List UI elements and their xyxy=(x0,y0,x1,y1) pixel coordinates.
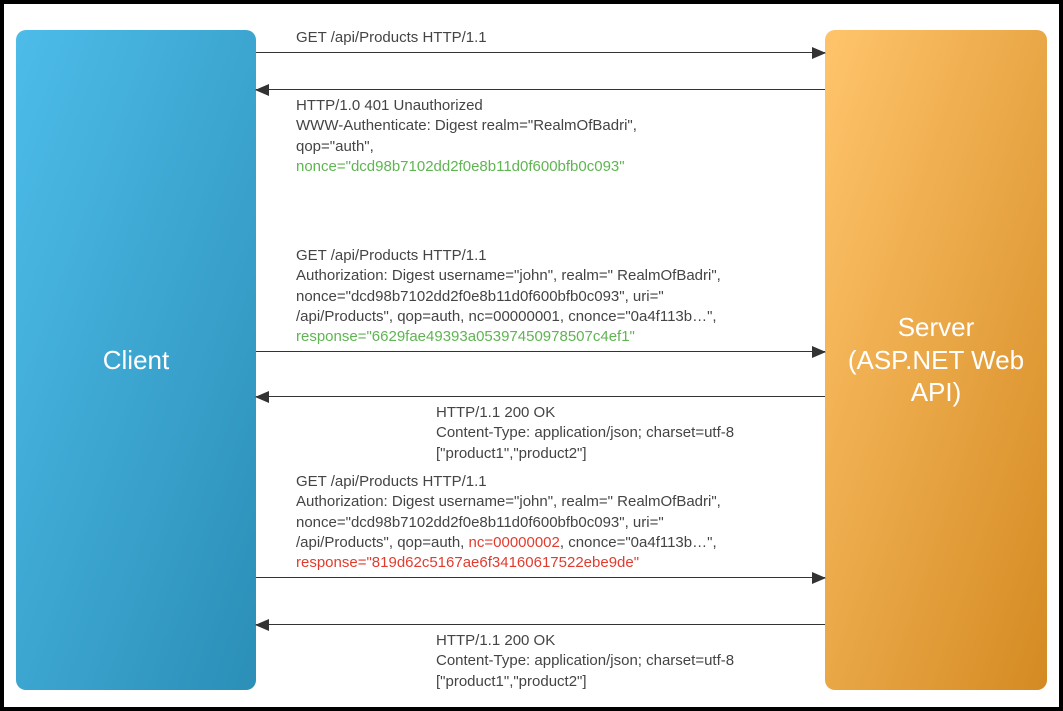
message-1: GET /api/Products HTTP/1.1 xyxy=(256,28,825,53)
diagram-frame: Client Server (ASP.NET Web API) GET /api… xyxy=(0,0,1063,711)
arrow-left-icon xyxy=(256,624,825,625)
arrow-left-icon xyxy=(256,396,825,397)
message-5: GET /api/Products HTTP/1.1 Authorization… xyxy=(256,472,825,578)
server-label-3: API) xyxy=(911,376,962,409)
client-lifeline: Client xyxy=(16,30,256,690)
message-3: GET /api/Products HTTP/1.1 Authorization… xyxy=(256,246,825,352)
message-2-text: HTTP/1.0 401 Unauthorized WWW-Authentica… xyxy=(296,96,825,177)
arrow-right-icon xyxy=(256,351,825,352)
message-4-text: HTTP/1.1 200 OK Content-Type: applicatio… xyxy=(436,403,825,464)
message-5-text: GET /api/Products HTTP/1.1 Authorization… xyxy=(296,472,825,573)
arrow-right-icon xyxy=(256,577,825,578)
server-label-1: Server xyxy=(898,311,975,344)
message-1-text: GET /api/Products HTTP/1.1 xyxy=(296,28,825,48)
server-label-2: (ASP.NET Web xyxy=(848,344,1024,377)
arrow-right-icon xyxy=(256,52,825,53)
diagram-canvas: Client Server (ASP.NET Web API) GET /api… xyxy=(4,4,1059,707)
message-6-text: HTTP/1.1 200 OK Content-Type: applicatio… xyxy=(436,631,825,692)
message-6: HTTP/1.1 200 OK Content-Type: applicatio… xyxy=(256,624,825,696)
client-label: Client xyxy=(103,344,169,377)
message-2: HTTP/1.0 401 Unauthorized WWW-Authentica… xyxy=(256,89,825,181)
server-lifeline: Server (ASP.NET Web API) xyxy=(825,30,1047,690)
arrow-left-icon xyxy=(256,89,825,90)
message-4: HTTP/1.1 200 OK Content-Type: applicatio… xyxy=(256,396,825,468)
message-3-text: GET /api/Products HTTP/1.1 Authorization… xyxy=(296,246,825,347)
